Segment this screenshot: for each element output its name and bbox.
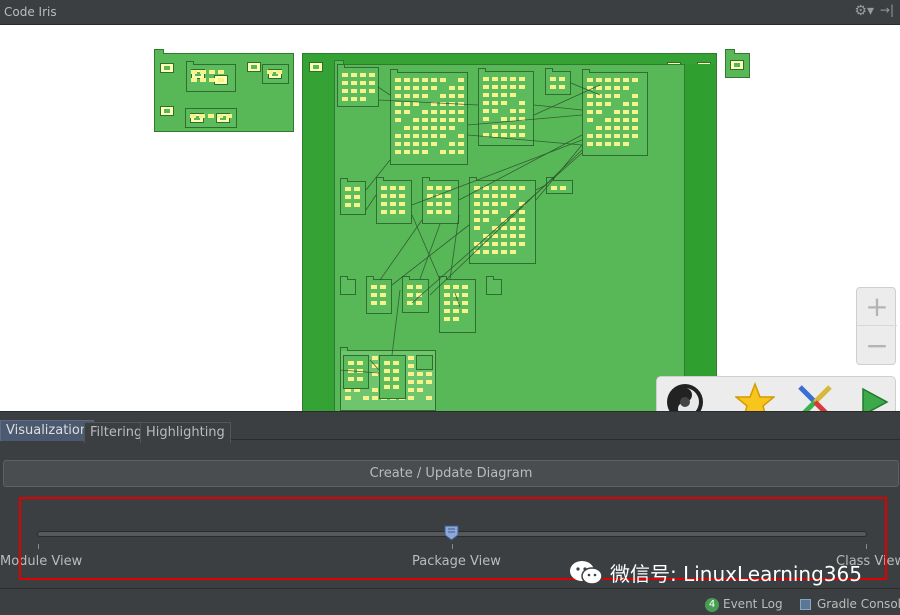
layout-toolbar (656, 376, 896, 411)
play-icon[interactable] (855, 382, 895, 411)
tool-window-title: Code Iris (4, 5, 57, 19)
tab-filtering[interactable]: Filtering (84, 422, 149, 443)
zoom-control: + − (856, 287, 897, 365)
gradle-console[interactable]: Gradle Console (800, 597, 900, 611)
gradle-console-icon (800, 599, 811, 610)
watermark: 微信号: LinuxLearning365 (568, 558, 862, 588)
star-icon[interactable] (733, 381, 777, 411)
watermark-text: 微信号: LinuxLearning365 (610, 562, 862, 586)
tool-window-header: Code Iris ⚙▾ →| (0, 0, 900, 25)
event-log-label: Event Log (723, 597, 783, 611)
gradle-console-label: Gradle Console (817, 597, 900, 611)
create-update-diagram-button[interactable]: Create / Update Diagram (3, 460, 899, 487)
tool-tabs: Visualization Filtering Highlighting (0, 411, 900, 443)
status-bar: 4 Event Log Gradle Console (0, 588, 900, 615)
dependency-edges (339, 82, 601, 374)
tab-highlighting[interactable]: Highlighting (140, 422, 231, 443)
wechat-icon (568, 559, 604, 587)
pin-icon[interactable]: →| (880, 3, 894, 17)
gear-icon[interactable]: ⚙▾ (854, 3, 874, 19)
zoom-in-button[interactable]: + (857, 288, 897, 326)
event-log-count-badge: 4 (705, 597, 719, 612)
tab-visualization[interactable]: Visualization (0, 420, 95, 441)
swirl-icon[interactable] (665, 382, 705, 411)
cross-arrows-icon[interactable] (795, 382, 835, 411)
diagram-canvas[interactable]: + − (0, 25, 900, 411)
event-log[interactable]: 4 Event Log (705, 597, 783, 612)
zoom-out-button[interactable]: − (857, 327, 897, 365)
